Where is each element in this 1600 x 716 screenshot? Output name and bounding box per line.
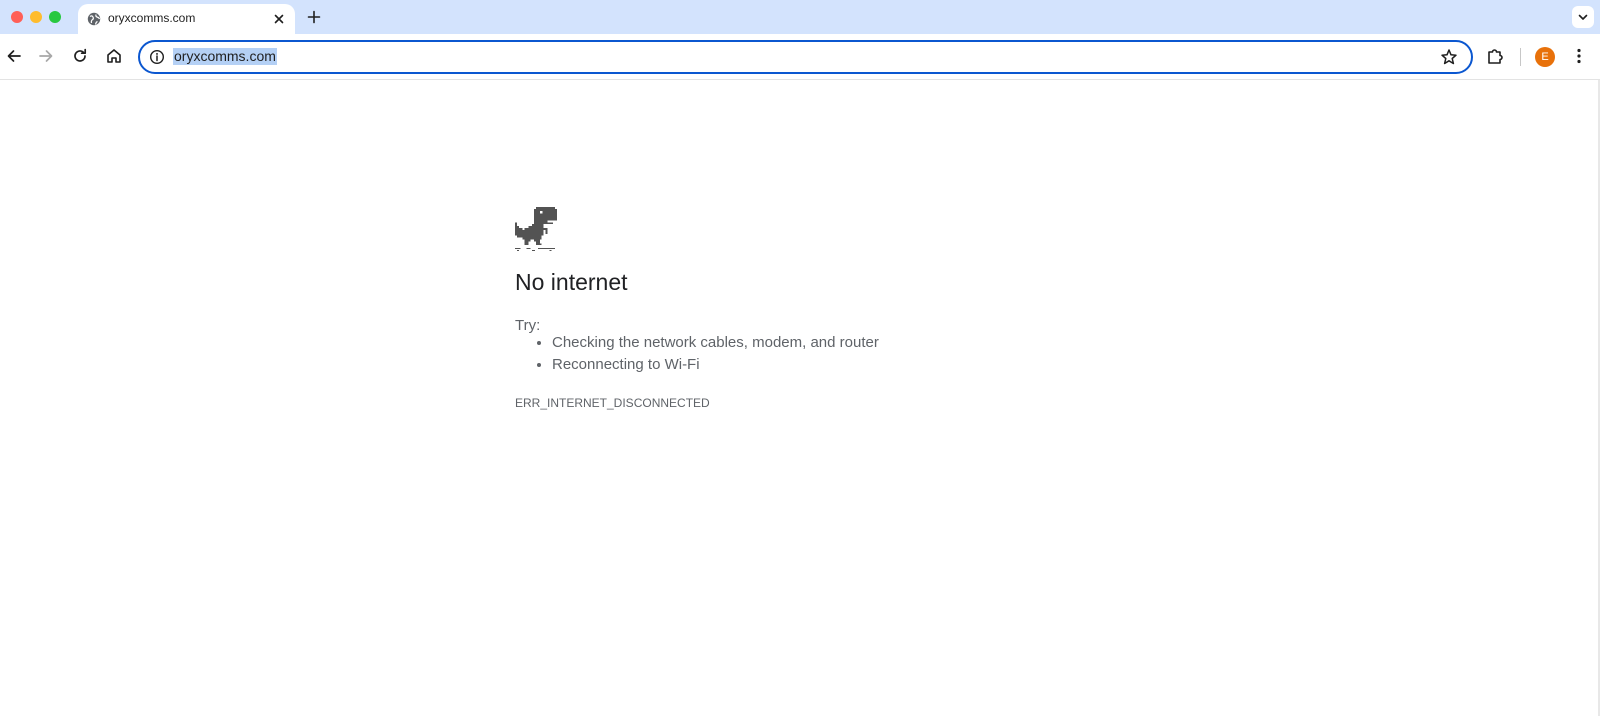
suggestion-item: Checking the network cables, modem, and … [552, 332, 879, 354]
new-tab-plus-icon[interactable] [306, 9, 322, 25]
back-arrow-icon[interactable] [4, 46, 24, 66]
bookmark-star-icon[interactable] [1440, 48, 1458, 66]
toolbar-divider [1520, 48, 1521, 66]
browser-toolbar: oryxcomms.com E [0, 34, 1600, 80]
window-maximize-button[interactable] [49, 11, 61, 23]
window-minimize-button[interactable] [30, 11, 42, 23]
address-bar[interactable]: oryxcomms.com [138, 40, 1473, 74]
tab-search-button[interactable] [1572, 6, 1594, 28]
forward-arrow-icon[interactable] [36, 46, 56, 66]
tab-strip: oryxcomms.com [0, 0, 1600, 34]
reload-icon[interactable] [70, 46, 90, 66]
url-text[interactable]: oryxcomms.com [173, 48, 277, 65]
chevron-down-icon [1578, 14, 1588, 20]
error-code: ERR_INTERNET_DISCONNECTED [515, 396, 710, 410]
extensions-puzzle-icon[interactable] [1485, 46, 1505, 66]
tab-title: oryxcomms.com [108, 11, 196, 25]
suggestion-item: Reconnecting to Wi-Fi [552, 354, 879, 376]
globe-icon [87, 12, 101, 26]
error-page: No internet Try: Checking the network ca… [0, 80, 1600, 716]
browser-window: oryxcomms.com oryxcomms.com E No interne… [0, 0, 1600, 716]
browser-tab[interactable]: oryxcomms.com [78, 4, 295, 34]
error-heading: No internet [515, 269, 628, 295]
home-icon[interactable] [104, 46, 124, 66]
more-menu-icon[interactable] [1569, 46, 1589, 66]
site-info-icon[interactable] [149, 49, 165, 65]
close-icon[interactable] [272, 12, 286, 26]
profile-avatar[interactable]: E [1535, 47, 1555, 67]
window-close-button[interactable] [11, 11, 23, 23]
offline-dinosaur-icon[interactable] [515, 207, 557, 251]
suggestions-list: Checking the network cables, modem, and … [515, 332, 879, 376]
